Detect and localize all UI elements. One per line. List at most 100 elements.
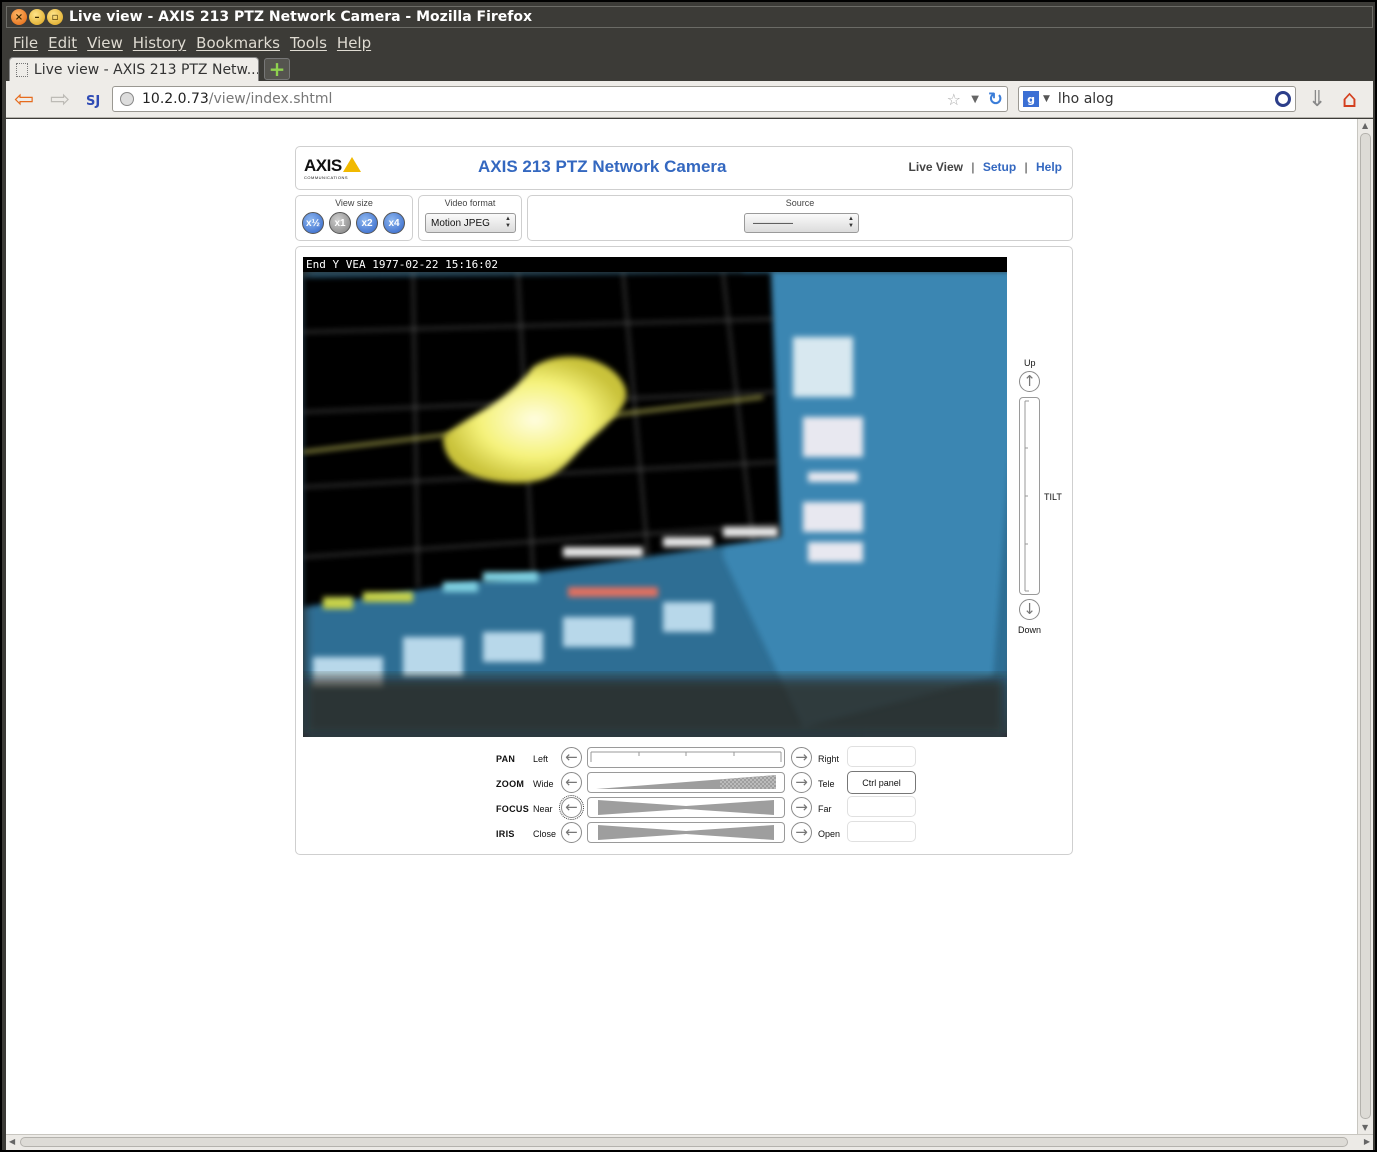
logo-text: AXIS bbox=[304, 156, 342, 175]
menu-bookmarks[interactable]: Bookmarks bbox=[196, 34, 280, 52]
viewer-panel: End Y VEA 1977-02-22 15:16:02 Up ↑ TILT … bbox=[295, 246, 1073, 855]
axis-logo: AXIS COMMUNICATIONS bbox=[304, 156, 361, 180]
tilt-label: TILT bbox=[1044, 492, 1062, 502]
iris-open-label: Open bbox=[818, 829, 841, 839]
nav-separator: | bbox=[971, 160, 975, 174]
view-size-2x-button[interactable]: x2 bbox=[356, 212, 378, 234]
search-engine-icon[interactable]: g bbox=[1023, 91, 1039, 107]
iris-open-arrow-icon[interactable]: → bbox=[791, 822, 812, 843]
logo-subtext: COMMUNICATIONS bbox=[304, 175, 349, 180]
forward-arrow-icon[interactable]: ⇨ bbox=[50, 87, 70, 111]
tilt-up-arrow-icon[interactable]: ↑ bbox=[1019, 371, 1040, 392]
new-tab-plus-icon[interactable]: + bbox=[264, 57, 290, 81]
view-size-1x-button[interactable]: x1 bbox=[329, 212, 351, 234]
url-history-dropdown-icon[interactable]: ▼ bbox=[971, 94, 979, 105]
scroll-down-arrow-icon[interactable]: ▼ bbox=[1362, 1123, 1368, 1132]
page-title: AXIS 213 PTZ Network Camera bbox=[478, 157, 727, 176]
zoom-tele-label: Tele bbox=[818, 779, 835, 789]
source-select[interactable]: ———— ▲ ▼ bbox=[744, 213, 859, 233]
zoom-wedge bbox=[596, 775, 776, 789]
video-format-value: Motion JPEG bbox=[431, 217, 490, 229]
tilt-ticks bbox=[1024, 400, 1029, 592]
tilt-slider[interactable] bbox=[1019, 397, 1040, 595]
select-arrows-icon: ▲ ▼ bbox=[505, 216, 511, 229]
scroll-right-arrow-icon[interactable]: ▶ bbox=[1364, 1137, 1370, 1146]
tilt-down-label: Down bbox=[1018, 625, 1042, 635]
menu-history[interactable]: History bbox=[133, 34, 186, 52]
vertical-scroll-thumb[interactable] bbox=[1360, 133, 1371, 1119]
focus-near-label: Near bbox=[533, 804, 553, 814]
ctrl-panel-button[interactable]: Ctrl panel bbox=[847, 771, 916, 794]
iris-close-label: Close bbox=[533, 829, 557, 839]
nav-live-view[interactable]: Live View bbox=[909, 160, 963, 174]
search-engine-dropdown-icon[interactable]: ▼ bbox=[1043, 94, 1050, 104]
view-size-half-button[interactable]: x½ bbox=[302, 212, 324, 234]
home-icon[interactable]: ⌂ bbox=[1342, 85, 1357, 113]
page-favicon-icon bbox=[16, 62, 28, 77]
video-format-group: Video format Motion JPEG ▲ ▼ bbox=[418, 195, 522, 241]
page-content: AXIS COMMUNICATIONS AXIS 213 PTZ Network… bbox=[6, 119, 1357, 1134]
source-label: Source bbox=[785, 198, 815, 208]
camera-image bbox=[303, 257, 1007, 737]
zoom-slider[interactable] bbox=[587, 772, 785, 793]
iris-label: IRIS bbox=[496, 829, 515, 839]
vertical-scrollbar[interactable]: ▲ ▼ bbox=[1357, 119, 1373, 1134]
tab-live-view[interactable]: Live view - AXIS 213 PTZ Netw... bbox=[9, 57, 259, 81]
iris-slider[interactable] bbox=[587, 822, 785, 843]
menu-view[interactable]: View bbox=[87, 34, 123, 52]
horizontal-scroll-thumb[interactable] bbox=[20, 1137, 1348, 1147]
reload-icon[interactable]: ↻ bbox=[988, 89, 1003, 110]
url-path: /view/index.shtml bbox=[208, 91, 333, 107]
back-arrow-icon[interactable]: ⇦ bbox=[14, 87, 34, 111]
download-arrow-icon[interactable]: ⇓ bbox=[1308, 87, 1326, 112]
source-value: ———— bbox=[753, 217, 793, 229]
select-arrows-icon: ▲ ▼ bbox=[848, 216, 854, 229]
pan-right-arrow-icon[interactable]: → bbox=[791, 747, 812, 768]
view-size-group: View size x½ x1 x2 x4 bbox=[295, 195, 413, 241]
maximize-window-icon[interactable]: ▫ bbox=[47, 9, 63, 25]
view-size-4x-button[interactable]: x4 bbox=[383, 212, 405, 234]
focus-near-arrow-icon[interactable]: ← bbox=[559, 795, 584, 820]
focus-far-arrow-icon[interactable]: → bbox=[791, 797, 812, 818]
menu-edit[interactable]: Edit bbox=[48, 34, 77, 52]
zoom-label: ZOOM bbox=[496, 779, 525, 789]
live-video-stream[interactable]: End Y VEA 1977-02-22 15:16:02 bbox=[303, 257, 1007, 737]
focus-label: FOCUS bbox=[496, 804, 529, 814]
bookmark-star-icon[interactable]: ☆ bbox=[947, 90, 961, 109]
iris-close-arrow-icon[interactable]: ← bbox=[561, 822, 582, 843]
url-bar[interactable]: 10.2.0.73/view/index.shtml ☆ ▼ ↻ bbox=[112, 86, 1008, 112]
focus-slider[interactable] bbox=[587, 797, 785, 818]
horizontal-scrollbar[interactable]: ◀ ▶ bbox=[6, 1134, 1373, 1150]
empty-button-slot bbox=[847, 746, 916, 767]
pan-left-arrow-icon[interactable]: ← bbox=[561, 747, 582, 768]
scroll-left-arrow-icon[interactable]: ◀ bbox=[9, 1137, 15, 1146]
browser-window: × – ▫ Live view - AXIS 213 PTZ Network C… bbox=[0, 0, 1377, 1152]
menu-file[interactable]: File bbox=[13, 34, 38, 52]
axis-triangle-icon bbox=[342, 157, 361, 172]
addon-sj-icon[interactable]: SJ bbox=[86, 90, 104, 109]
menu-tools[interactable]: Tools bbox=[290, 34, 327, 52]
menu-help[interactable]: Help bbox=[337, 34, 371, 52]
site-identity-icon[interactable] bbox=[120, 92, 134, 106]
pan-slider[interactable] bbox=[587, 747, 785, 768]
search-bar[interactable]: g ▼ lho alog bbox=[1018, 86, 1296, 112]
focus-bowtie bbox=[598, 800, 774, 815]
navigation-toolbar: ⇦ ⇨ SJ 10.2.0.73/view/index.shtml ☆ ▼ ↻ … bbox=[6, 81, 1373, 118]
nav-help-link[interactable]: Help bbox=[1036, 160, 1062, 174]
close-window-icon[interactable]: × bbox=[11, 9, 27, 25]
nav-setup-link[interactable]: Setup bbox=[983, 160, 1016, 174]
pan-ticks bbox=[590, 751, 782, 762]
search-magnifier-icon[interactable] bbox=[1275, 91, 1291, 107]
zoom-wide-arrow-icon[interactable]: ← bbox=[561, 772, 582, 793]
pan-right-label: Right bbox=[818, 754, 840, 764]
video-format-select[interactable]: Motion JPEG ▲ ▼ bbox=[425, 213, 516, 233]
tilt-down-arrow-icon[interactable]: ↓ bbox=[1019, 599, 1040, 620]
menu-bar: File Edit View History Bookmarks Tools H… bbox=[6, 30, 1373, 56]
empty-button-slot bbox=[847, 796, 916, 817]
url-host: 10.2.0.73 bbox=[142, 91, 209, 107]
scroll-up-arrow-icon[interactable]: ▲ bbox=[1362, 121, 1368, 130]
zoom-wide-label: Wide bbox=[533, 779, 554, 789]
minimize-window-icon[interactable]: – bbox=[29, 9, 45, 25]
search-input[interactable]: lho alog bbox=[1058, 91, 1114, 107]
zoom-tele-arrow-icon[interactable]: → bbox=[791, 772, 812, 793]
